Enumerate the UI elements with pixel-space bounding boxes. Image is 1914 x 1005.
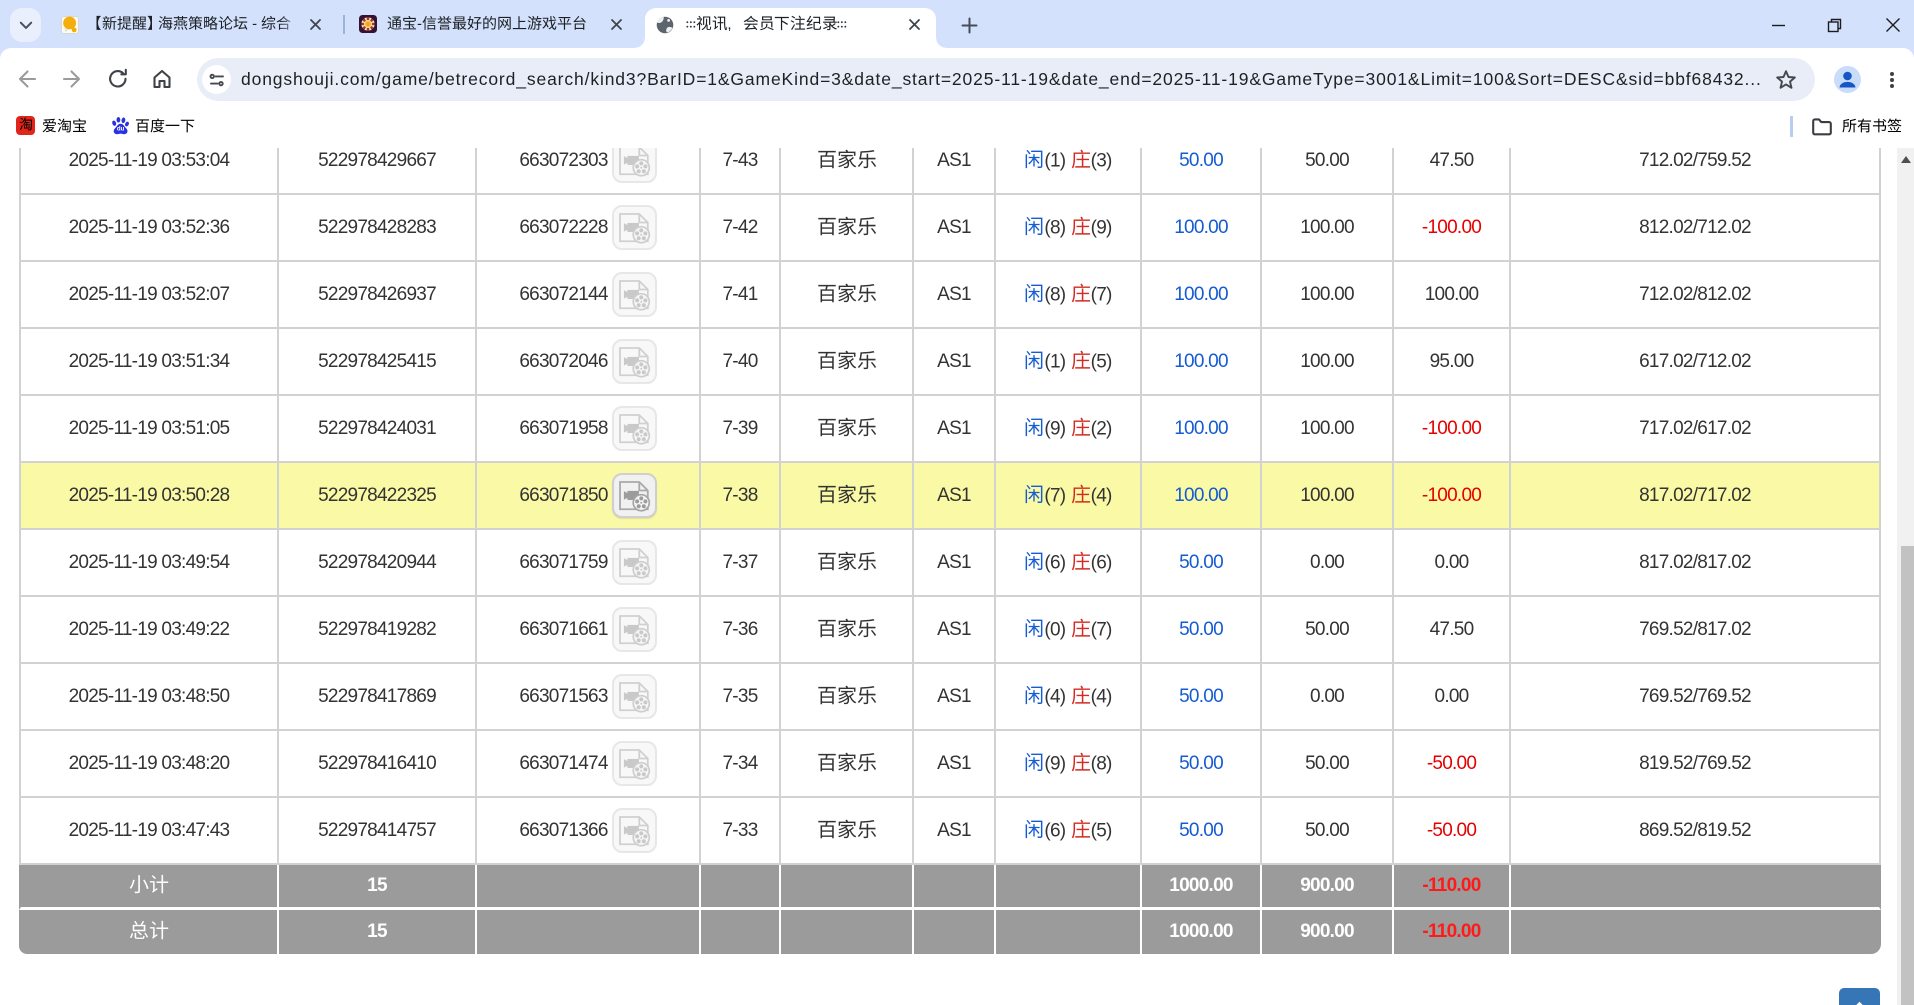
svg-text:du: du <box>117 126 125 133</box>
